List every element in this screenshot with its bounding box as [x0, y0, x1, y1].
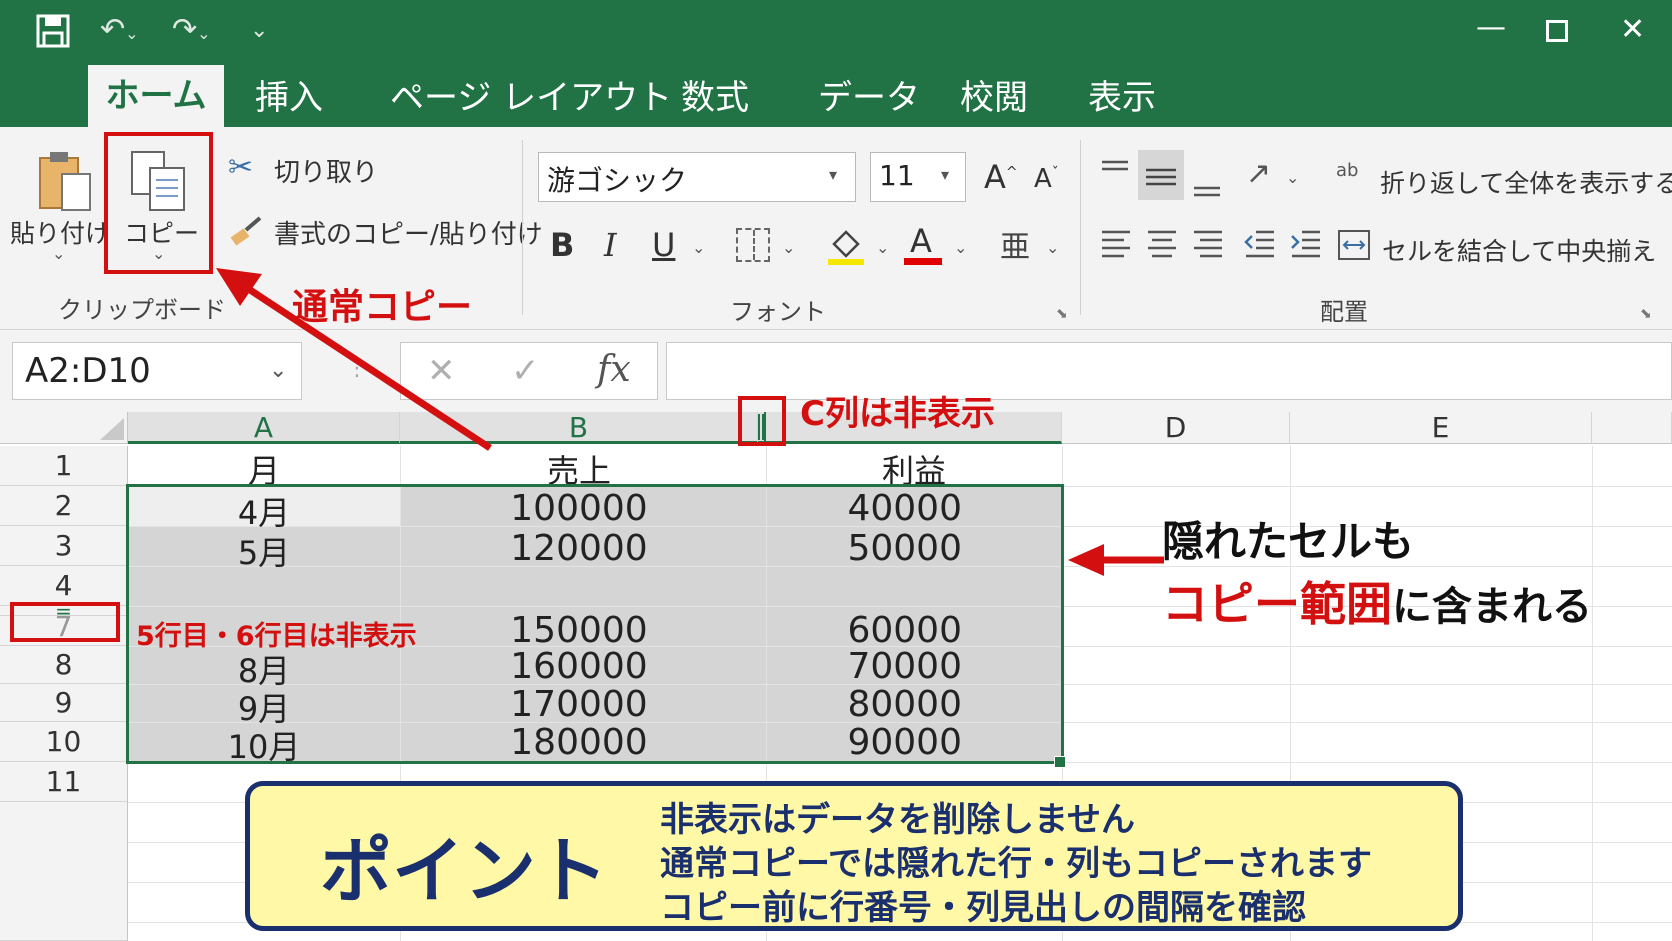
customize-toolbar-icon[interactable]: ⌄ — [250, 18, 268, 43]
merge-icon — [1338, 230, 1370, 260]
callout-arrow-range — [1068, 544, 1164, 576]
tab-insert[interactable]: 挿入 — [255, 70, 323, 119]
point-title: ポイント — [320, 829, 609, 913]
font-dialog-launcher-icon[interactable]: ⬊ — [1056, 306, 1068, 322]
tab-view[interactable]: 表示 — [1088, 70, 1156, 119]
align-left-icon[interactable] — [1100, 228, 1132, 262]
hidden-rows-callout: 5行目・6行目は非表示 — [136, 621, 417, 652]
tab-formulas[interactable]: 数式 — [681, 70, 749, 119]
borders-icon[interactable] — [736, 228, 770, 262]
alignment-dialog-launcher-icon[interactable]: ⬊ — [1640, 306, 1652, 322]
wrap-text-icon: ab — [1336, 160, 1359, 181]
borders-dropdown-icon[interactable]: ⌄ — [782, 238, 795, 257]
row-header[interactable] — [0, 802, 128, 941]
font-color-icon[interactable]: A — [904, 222, 944, 266]
merge-dropdown-icon[interactable]: ⌄ — [1636, 238, 1649, 257]
row-header[interactable]: 9 — [0, 684, 128, 722]
phonetic-guide-icon[interactable]: 亜 — [1000, 222, 1030, 266]
name-box-value: A2:D10 — [25, 351, 151, 391]
cut-label: 切り取り — [274, 158, 379, 188]
phonetic-dropdown-icon[interactable]: ⌄ — [1046, 238, 1059, 257]
align-bottom-icon[interactable] — [1192, 170, 1222, 200]
enter-entry-icon[interactable]: ✓ — [511, 351, 540, 391]
font-name-value: 游ゴシック — [547, 164, 688, 197]
hidden-column-callout: C列は非表示 — [800, 394, 995, 434]
copy-callout-text: 通常コピー — [292, 287, 473, 328]
column-header-d[interactable]: D — [1062, 412, 1290, 444]
font-name-combo[interactable]: 游ゴシック ▾ — [538, 152, 856, 202]
font-size-combo[interactable]: 11 ▾ — [870, 152, 966, 202]
fill-color-dropdown-icon[interactable]: ⌄ — [876, 238, 889, 257]
row-header[interactable]: 11 — [0, 762, 128, 802]
underline-dropdown-icon[interactable]: ⌄ — [692, 238, 705, 257]
merge-label: セルを結合して中央揃え — [1382, 237, 1657, 266]
row-header[interactable]: 8 — [0, 646, 128, 684]
font-name-dropdown-icon[interactable]: ▾ — [829, 165, 837, 184]
insert-function-icon[interactable]: fx — [597, 349, 631, 390]
underline-button[interactable]: U — [652, 226, 675, 264]
undo-icon[interactable]: ↶⌄ — [100, 12, 139, 47]
bold-button[interactable]: B — [550, 226, 574, 264]
copy-range-text: コピー範囲 — [1162, 577, 1392, 631]
alignment-group-label: 配置 — [1320, 298, 1368, 326]
point-line-3: コピー前に行番号・列見出しの間隔を確認 — [660, 888, 1306, 928]
italic-button[interactable]: I — [604, 226, 617, 264]
hidden-cells-line1: 隠れたセルも — [1162, 517, 1415, 566]
copy-highlight-box — [104, 132, 213, 274]
column-header-e[interactable]: E — [1290, 412, 1592, 444]
paste-button[interactable]: 貼り付け ⌄ — [10, 146, 110, 266]
align-top-icon[interactable] — [1100, 158, 1130, 188]
included-text: に含まれる — [1392, 584, 1592, 630]
align-middle-icon[interactable] — [1138, 150, 1184, 200]
hidden-cells-line2: コピー範囲に含まれる — [1162, 568, 1592, 634]
grow-font-button[interactable]: A^ — [984, 158, 1018, 196]
column-header-f[interactable] — [1592, 412, 1672, 444]
font-size-value: 11 — [879, 159, 915, 192]
point-line-2: 通常コピーでは隠れた行・列もコピーされます — [660, 844, 1372, 884]
shrink-font-button[interactable]: Aˇ — [1034, 164, 1059, 194]
minimize-icon[interactable]: — — [1476, 10, 1506, 45]
font-color-glyph: A — [910, 222, 932, 260]
ribbon-separator — [522, 140, 523, 315]
row-header[interactable]: 1 — [0, 446, 128, 486]
grid-line — [1592, 446, 1593, 941]
maximize-icon[interactable] — [1546, 20, 1568, 42]
paste-icon — [34, 148, 94, 214]
orientation-dropdown-icon[interactable]: ⌄ — [1286, 168, 1299, 187]
fill-color-icon[interactable] — [826, 226, 866, 266]
hidden-rows-highlight — [10, 602, 120, 642]
row-header[interactable]: 10 — [0, 722, 128, 762]
redo-icon[interactable]: ↷⌄ — [172, 12, 211, 47]
orientation-icon[interactable]: ↗ — [1246, 156, 1271, 191]
row-header[interactable]: 3 — [0, 526, 128, 566]
align-center-icon[interactable] — [1146, 228, 1178, 262]
scissors-icon: ✂ — [228, 150, 254, 185]
align-right-icon[interactable] — [1192, 228, 1224, 262]
decrease-indent-icon[interactable] — [1244, 228, 1276, 262]
save-icon[interactable] — [36, 14, 70, 48]
tab-page-layout[interactable]: ページ レイアウト — [390, 70, 672, 119]
point-line-1: 非表示はデータを削除しません — [660, 800, 1135, 840]
title-bar: ↶⌄ ↷⌄ ⌄ — ✕ ホーム 挿入 ページ レイアウト 数式 データ 校閲 表… — [0, 0, 1672, 127]
wrap-text-label: 折り返して全体を表示する — [1380, 169, 1672, 198]
ribbon-separator — [1080, 140, 1081, 315]
format-painter-label: 書式のコピー/貼り付け — [274, 220, 543, 250]
close-icon[interactable]: ✕ — [1620, 12, 1645, 47]
select-all-corner[interactable] — [0, 412, 128, 444]
font-size-dropdown-icon[interactable]: ▾ — [941, 165, 949, 184]
row-header[interactable]: 2 — [0, 486, 128, 526]
increase-indent-icon[interactable] — [1290, 228, 1322, 262]
font-color-dropdown-icon[interactable]: ⌄ — [954, 238, 967, 257]
tab-home[interactable]: ホーム — [88, 65, 224, 127]
font-group-label: フォント — [730, 298, 826, 326]
paintbrush-icon — [228, 212, 264, 248]
paste-dropdown-icon[interactable]: ⌄ — [52, 244, 65, 263]
tab-review[interactable]: 校閲 — [960, 70, 1028, 119]
tab-data[interactable]: データ — [818, 70, 920, 119]
fill-handle[interactable] — [1054, 756, 1066, 768]
hidden-column-marker — [758, 414, 764, 440]
